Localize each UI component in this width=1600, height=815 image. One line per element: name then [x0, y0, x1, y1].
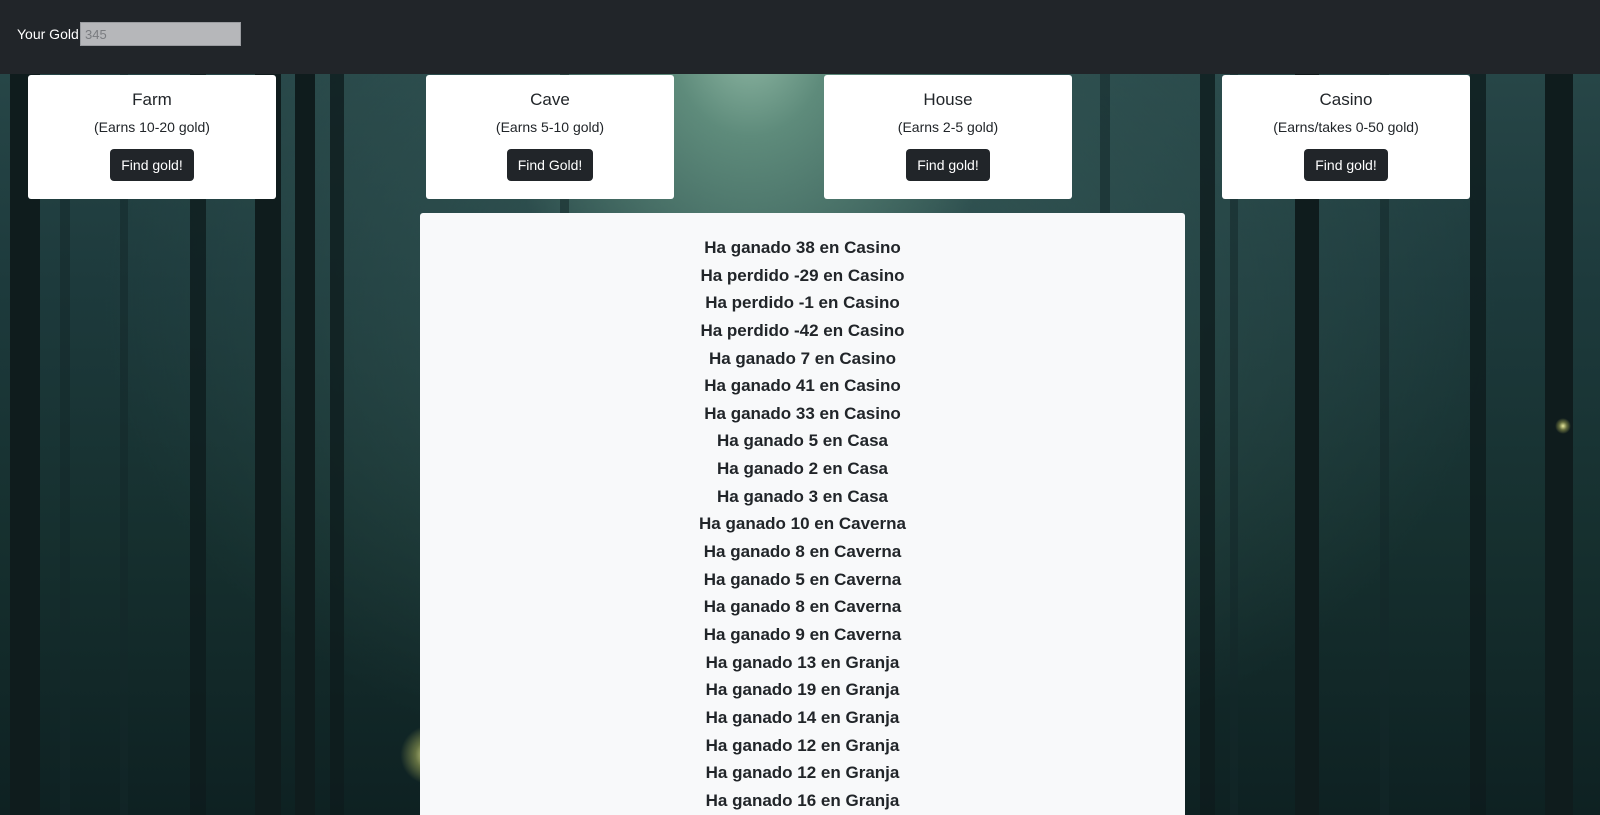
- cave-find-gold-button[interactable]: Find Gold!: [506, 149, 594, 181]
- card-title: Casino: [1319, 90, 1373, 109]
- log-entry: Ha ganado 13 en Granja: [705, 652, 900, 672]
- card-title: Farm: [132, 90, 172, 109]
- casino-card: Casino (Earns/takes 0-50 gold) Find gold…: [1222, 75, 1470, 199]
- card-title: House: [923, 90, 973, 109]
- log-entry: Ha ganado 33 en Casino: [704, 403, 901, 423]
- card-earnings: (Earns 5-10 gold): [495, 119, 605, 135]
- gold-label: Your Gold:: [17, 26, 83, 42]
- card-earnings: (Earns 2-5 gold): [897, 119, 999, 135]
- log-entry: Ha ganado 38 en Casino: [704, 238, 901, 257]
- log-entry: Ha perdido -42 en Casino: [700, 320, 905, 340]
- log-entry: Ha ganado 9 en Caverna: [703, 624, 902, 644]
- log-entry: Ha ganado 16 en Granja: [705, 790, 900, 810]
- farm-card: Farm (Earns 10-20 gold) Find gold!: [28, 75, 276, 199]
- log-entry: Ha ganado 8 en Caverna: [703, 542, 902, 562]
- log-entry: Ha perdido -1 en Casino: [705, 293, 900, 313]
- log-entry: Ha ganado 10 en Caverna: [699, 514, 906, 534]
- house-find-gold-button[interactable]: Find gold!: [906, 149, 990, 181]
- log-entry: Ha ganado 8 en Caverna: [703, 597, 902, 617]
- log-entry: Ha ganado 14 en Granja: [705, 707, 900, 727]
- log-entry: Ha ganado 41 en Casino: [704, 376, 901, 396]
- log-entry: Ha ganado 19 en Granja: [705, 680, 900, 700]
- log-entry: Ha ganado 5 en Caverna: [703, 569, 902, 589]
- house-card: House (Earns 2-5 gold) Find gold!: [824, 75, 1072, 199]
- card-earnings: (Earns/takes 0-50 gold): [1273, 119, 1419, 135]
- log-entry: Ha ganado 3 en Casa: [716, 486, 888, 506]
- card-earnings: (Earns 10-20 gold): [94, 119, 210, 135]
- activity-log[interactable]: Ha ganado 38 en Casino Ha perdido -29 en…: [420, 213, 1185, 815]
- card-title: Cave: [530, 90, 570, 109]
- log-entry: Ha ganado 2 en Casa: [716, 459, 888, 479]
- log-entry: Ha perdido -29 en Casino: [700, 265, 905, 285]
- top-navbar: Your Gold:: [0, 0, 1600, 74]
- log-entry: Ha ganado 12 en Granja: [705, 763, 900, 783]
- gold-amount-field[interactable]: [80, 22, 241, 46]
- activity-log-list: Ha ganado 38 en Casino Ha perdido -29 en…: [420, 234, 1185, 814]
- cave-card: Cave (Earns 5-10 gold) Find Gold!: [426, 75, 674, 199]
- log-entry: Ha ganado 7 en Casino: [708, 348, 897, 368]
- log-entry: Ha ganado 12 en Granja: [705, 735, 900, 755]
- casino-find-gold-button[interactable]: Find gold!: [1304, 149, 1388, 181]
- farm-find-gold-button[interactable]: Find gold!: [110, 149, 194, 181]
- log-entry: Ha ganado 5 en Casa: [716, 431, 888, 451]
